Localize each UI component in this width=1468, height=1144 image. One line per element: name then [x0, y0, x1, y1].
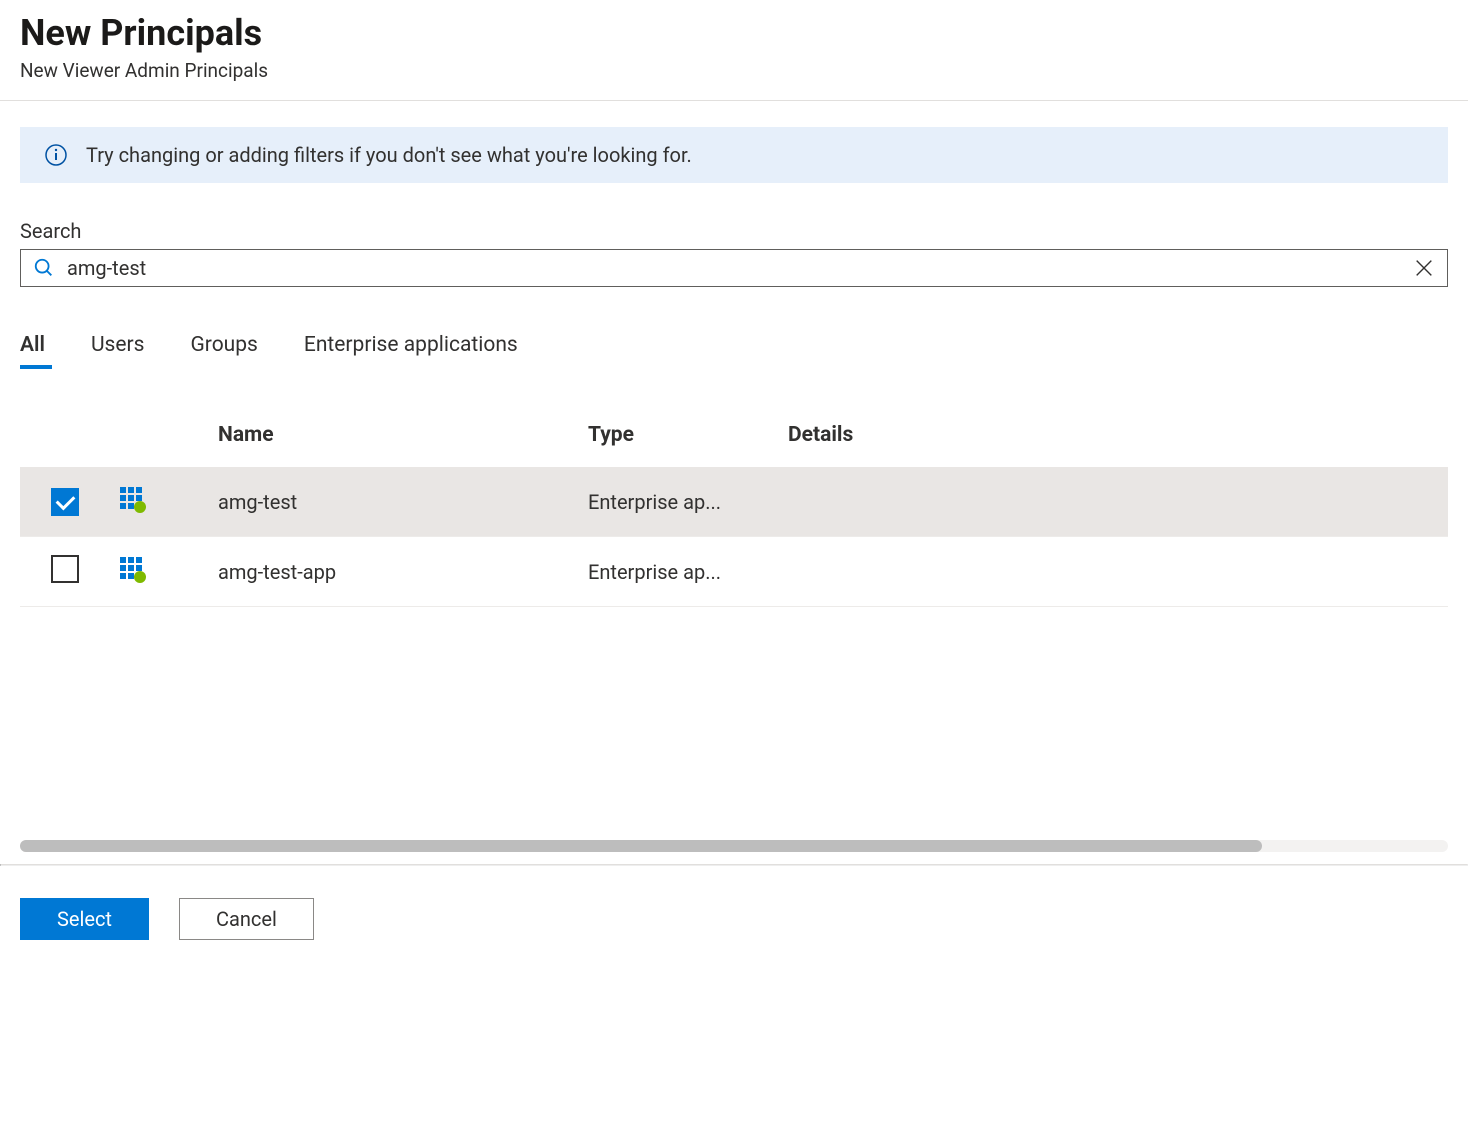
tab-users[interactable]: Users	[91, 333, 145, 365]
cell-type: Enterprise ap...	[580, 537, 780, 607]
enterprise-app-icon	[118, 483, 150, 520]
cell-type: Enterprise ap...	[580, 467, 780, 537]
footer-actions: Select Cancel	[20, 898, 314, 940]
info-text: Try changing or adding filters if you do…	[86, 143, 692, 167]
header-separator	[0, 100, 1468, 101]
column-header-type[interactable]: Type	[580, 411, 780, 467]
horizontal-scrollbar[interactable]	[20, 840, 1448, 852]
close-icon	[1413, 257, 1435, 279]
table-row[interactable]: amg-test Enterprise ap...	[20, 467, 1448, 537]
cell-name: amg-test-app	[210, 537, 580, 607]
footer-separator	[0, 864, 1468, 866]
tab-groups[interactable]: Groups	[190, 333, 257, 365]
cancel-button[interactable]: Cancel	[179, 898, 314, 940]
cell-details	[780, 467, 1448, 537]
table-row[interactable]: amg-test-app Enterprise ap...	[20, 537, 1448, 607]
info-banner: Try changing or adding filters if you do…	[20, 127, 1448, 183]
scrollbar-thumb[interactable]	[20, 840, 1262, 852]
info-icon	[44, 143, 68, 167]
search-box[interactable]	[20, 249, 1448, 287]
tabs: All Users Groups Enterprise applications	[20, 333, 1448, 365]
column-header-name[interactable]: Name	[210, 411, 580, 467]
search-input[interactable]	[67, 256, 1401, 280]
select-button[interactable]: Select	[20, 898, 149, 940]
results-table: Name Type Details	[20, 411, 1448, 607]
tab-all[interactable]: All	[20, 333, 45, 365]
enterprise-app-icon	[118, 553, 150, 590]
search-label: Search	[20, 219, 1448, 243]
cell-name: amg-test	[210, 467, 580, 537]
tab-enterprise-applications[interactable]: Enterprise applications	[304, 333, 518, 365]
column-header-details[interactable]: Details	[780, 411, 1448, 467]
search-icon	[33, 257, 55, 279]
checkbox[interactable]	[51, 555, 79, 583]
cell-details	[780, 537, 1448, 607]
checkbox[interactable]	[51, 488, 79, 516]
page-title: New Principals	[20, 12, 1448, 55]
page-subtitle: New Viewer Admin Principals	[20, 59, 1448, 82]
clear-search-button[interactable]	[1413, 257, 1435, 279]
